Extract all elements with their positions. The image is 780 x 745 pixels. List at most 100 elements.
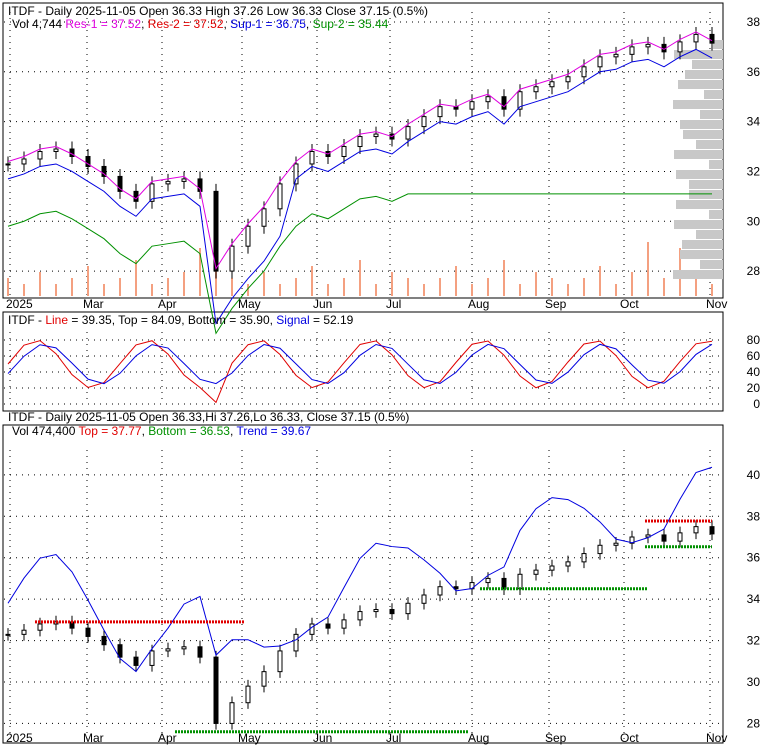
candle-body <box>437 106 443 118</box>
volume-bar <box>647 242 649 296</box>
candle-body <box>245 685 251 704</box>
volume-bar <box>23 284 25 296</box>
candle-body <box>693 33 699 43</box>
candle-body <box>533 569 539 575</box>
y-tick-label: 32 <box>747 164 761 178</box>
candle-body <box>229 245 235 272</box>
candle-body <box>405 126 411 140</box>
candle-body <box>421 594 427 604</box>
candle-body <box>37 151 43 160</box>
candle-body <box>693 526 699 534</box>
p3-legend: Vol 474,400 Top = 37.77, Bottom = 36.53,… <box>12 424 311 438</box>
volume-bar <box>423 284 425 296</box>
volume-profile-bar <box>673 100 723 109</box>
volume-bar <box>327 284 329 296</box>
candle-body <box>245 225 251 247</box>
candle-body <box>309 151 315 165</box>
x-tick-label: May <box>238 297 261 311</box>
candle-body <box>5 633 11 636</box>
y-tick-label: 30 <box>747 214 761 228</box>
candle-body <box>21 158 27 165</box>
volume-bar <box>119 278 121 296</box>
x-tick-label: Aug <box>468 731 489 745</box>
candle-body <box>453 586 459 590</box>
volume-bar <box>503 260 505 296</box>
candle-body <box>565 76 571 83</box>
p1-title: ITDF - Daily 2025-11-05 Open 36.33 High … <box>8 4 428 18</box>
candle-body <box>293 633 299 652</box>
volume-bar <box>295 278 297 296</box>
x-tick-label: Nov <box>706 731 727 745</box>
y-tick-label: 36 <box>747 551 761 565</box>
volume-bar <box>567 284 569 296</box>
y-tick-label: 28 <box>747 264 761 278</box>
volume-profile-bar <box>692 60 723 69</box>
volume-profile-bar <box>680 250 723 259</box>
candle-body <box>181 646 187 650</box>
y-tick-label: 20 <box>747 381 761 395</box>
line-series <box>7 340 713 404</box>
volume-bar <box>263 272 265 296</box>
volume-bar <box>151 284 153 296</box>
candle-body <box>533 86 539 93</box>
candle-body <box>357 611 363 621</box>
candle-body <box>293 163 299 185</box>
candle-body <box>341 619 347 629</box>
candle-body <box>133 190 139 202</box>
y-tick-label: 34 <box>747 592 761 606</box>
volume-profile-bar <box>689 190 723 199</box>
volume-profile-bar <box>674 220 723 229</box>
volume-bar <box>87 266 89 296</box>
volume-bar <box>359 260 361 296</box>
candle-body <box>421 116 427 128</box>
candle-body <box>357 136 363 148</box>
volume-bar <box>407 278 409 296</box>
y-tick-label: 36 <box>747 65 761 79</box>
p3-title: ITDF - Daily 2025-11-05 Open 36.33,Hi 37… <box>8 410 409 424</box>
candle-body <box>21 629 27 635</box>
candle-body <box>677 41 683 53</box>
p1-legend: Vol 4,744 Res-1 = 37.52, Res-2 = 37.52, … <box>12 17 389 31</box>
volume-profile-bar <box>673 270 723 279</box>
x-tick-label: Apr <box>158 297 177 311</box>
volume-profile-bar <box>678 80 723 89</box>
volume-profile-bar <box>689 180 723 189</box>
volume-bar <box>135 260 137 296</box>
volume-bar <box>391 272 393 296</box>
volume-bar <box>279 284 281 296</box>
y-tick-label: 38 <box>747 509 761 523</box>
x-tick-label: Sep <box>545 297 567 311</box>
volume-bar <box>183 272 185 296</box>
volume-bar <box>711 284 713 296</box>
x-tick-label: Apr <box>158 731 177 745</box>
candle-body <box>661 534 667 542</box>
volume-bar <box>631 272 633 296</box>
candle-body <box>517 573 523 590</box>
volume-bar <box>311 266 313 296</box>
volume-bar <box>343 278 345 296</box>
volume-profile-bar <box>709 210 723 219</box>
volume-bar <box>519 284 521 296</box>
x-tick-label: Oct <box>620 297 639 311</box>
candle-body <box>277 650 283 673</box>
candle-body <box>85 627 91 637</box>
candle-body <box>261 208 267 227</box>
y-tick-label: 40 <box>747 468 761 482</box>
volume-bar <box>167 278 169 296</box>
volume-bar <box>615 284 617 296</box>
candle-body <box>197 646 203 658</box>
candle-body <box>325 623 331 629</box>
candle-body <box>405 602 411 615</box>
candle-body <box>277 183 283 210</box>
candle-body <box>165 180 171 185</box>
y-tick-label: 60 <box>747 349 761 363</box>
volume-bar <box>439 278 441 296</box>
y-tick-label: 0 <box>753 397 760 411</box>
volume-bar <box>487 278 489 296</box>
candle-body <box>501 577 507 590</box>
volume-bar <box>231 278 233 296</box>
trend-panel-frame <box>2 424 724 744</box>
volume-bar <box>455 266 457 296</box>
x-tick-label: 2025 <box>6 297 33 311</box>
candle-body <box>613 542 619 546</box>
